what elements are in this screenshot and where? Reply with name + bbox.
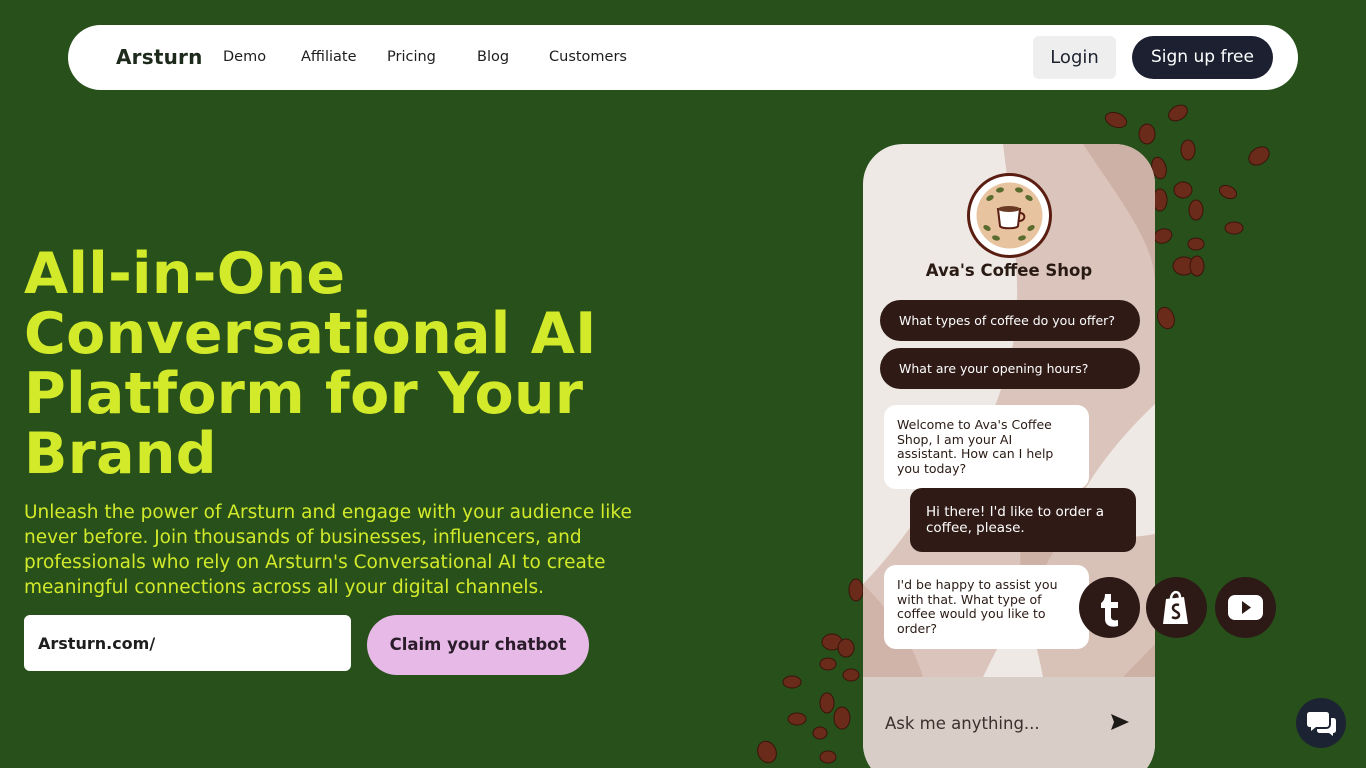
nav-affiliate-link[interactable]: Affiliate (301, 25, 357, 90)
chat-bubbles-icon (1307, 712, 1336, 736)
brand-logo[interactable]: Arsturn (116, 25, 203, 90)
tumblr-icon (1101, 594, 1118, 627)
chatbot-url-input[interactable] (24, 615, 351, 671)
nav-blog-link[interactable]: Blog (477, 25, 509, 90)
nav-pricing-link[interactable]: Pricing (387, 25, 436, 90)
chat-input-bar (863, 677, 1155, 768)
signup-button[interactable]: Sign up free (1132, 36, 1273, 79)
chat-message-input[interactable] (885, 708, 1085, 738)
tumblr-button[interactable] (1079, 577, 1140, 638)
hero-subtitle: Unleash the power of Arsturn and engage … (24, 502, 632, 598)
user-message: Hi there! I'd like to order a coffee, pl… (910, 488, 1136, 552)
quick-reply-opening-hours[interactable]: What are your opening hours? (880, 348, 1140, 389)
shop-name: Ava's Coffee Shop (925, 261, 1093, 280)
send-icon[interactable] (1110, 713, 1130, 731)
login-button[interactable]: Login (1033, 36, 1116, 79)
bot-message: I'd be happy to assist you with that. Wh… (884, 565, 1089, 649)
coffee-cup-icon (976, 182, 1043, 249)
shopify-button[interactable] (1146, 577, 1207, 638)
claim-chatbot-button[interactable]: Claim your chatbot (367, 615, 589, 675)
youtube-icon (1228, 595, 1263, 620)
chat-demo-phone: Ava's Coffee Shop What types of coffee d… (863, 144, 1155, 768)
youtube-button[interactable] (1215, 577, 1276, 638)
nav-demo-link[interactable]: Demo (223, 25, 266, 90)
quick-reply-coffee-types[interactable]: What types of coffee do you offer? (880, 300, 1140, 341)
coffee-shop-logo (967, 173, 1052, 258)
shopify-icon (1163, 590, 1188, 624)
hero-title: All-in-One Conversational AI Platform fo… (24, 241, 597, 487)
top-navbar: Arsturn Demo Affiliate Pricing Blog Cust… (68, 25, 1298, 90)
bot-message: Welcome to Ava's Coffee Shop, I am your … (884, 405, 1089, 489)
open-chat-button[interactable] (1296, 698, 1346, 748)
nav-customers-link[interactable]: Customers (549, 25, 627, 90)
